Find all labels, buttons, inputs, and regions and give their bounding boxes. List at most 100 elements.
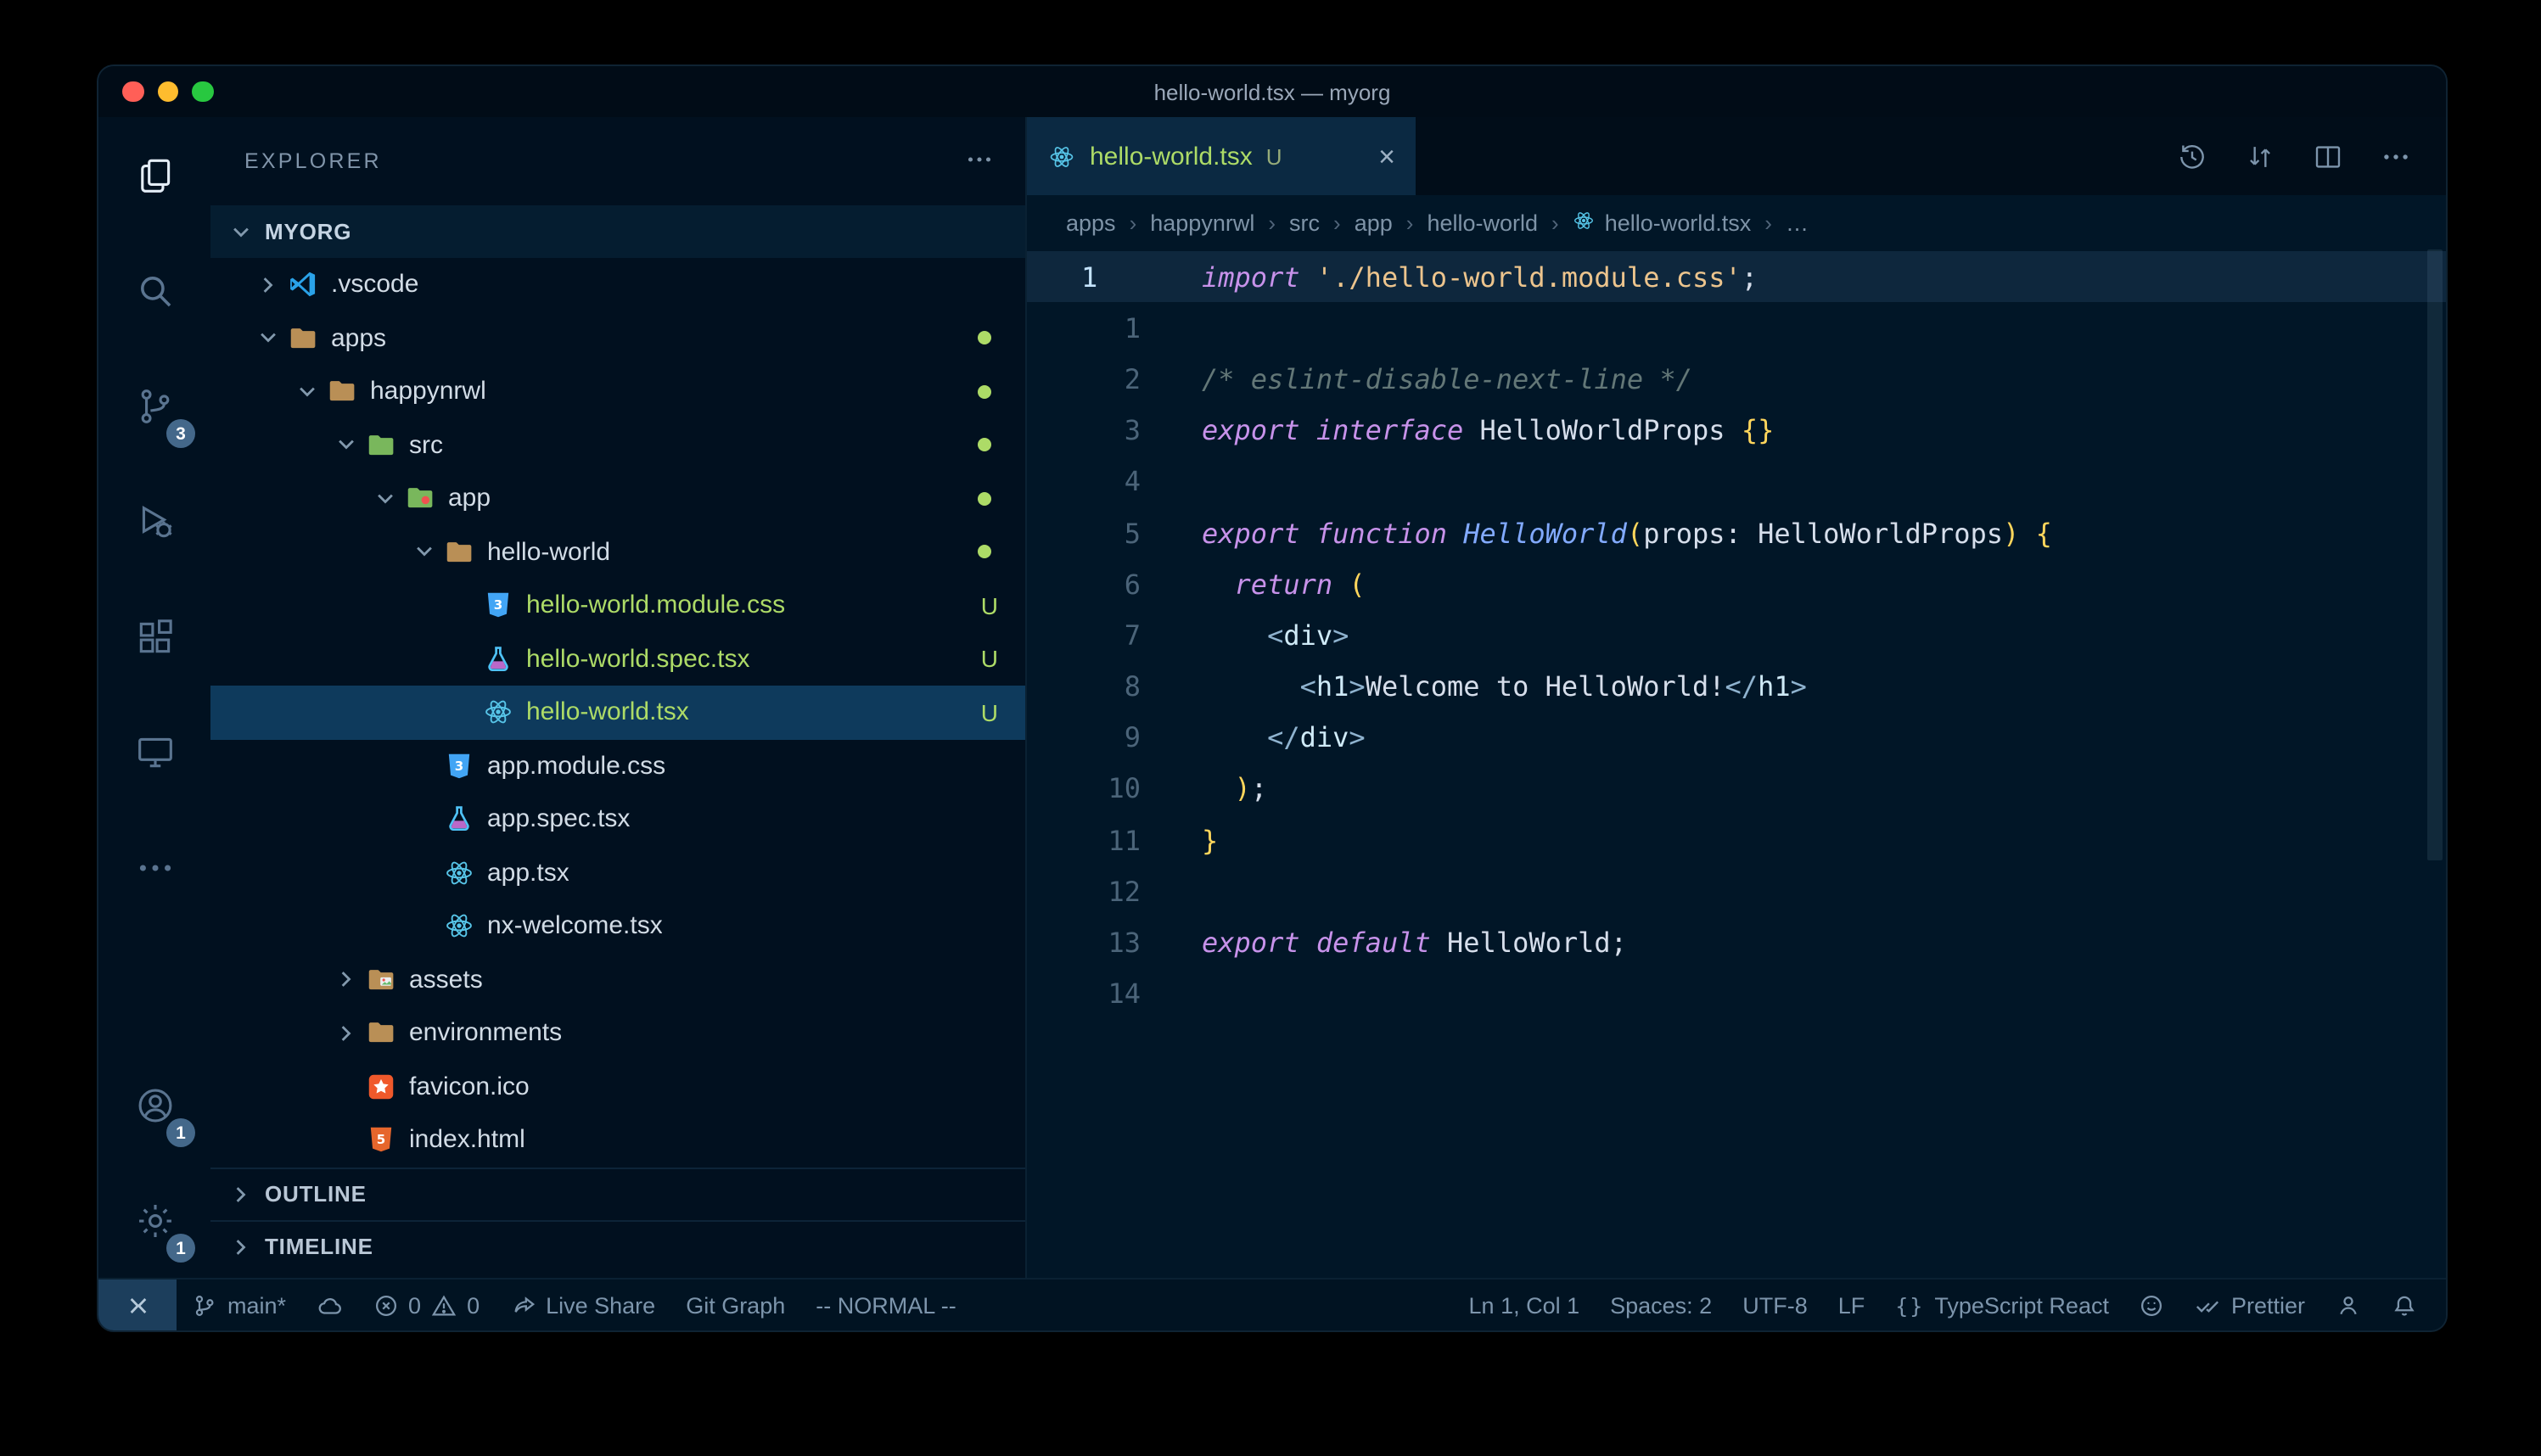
split-editor-icon[interactable] [2312, 140, 2344, 172]
open-timeline-icon[interactable] [2176, 140, 2208, 172]
status-text: TypeScript React [1934, 1292, 2109, 1318]
timeline-section-header[interactable]: TIMELINE [210, 1219, 1025, 1272]
tree-item-assets[interactable]: assets [210, 953, 1025, 1006]
breadcrumb-separator: › [1268, 210, 1276, 235]
tree-item-app.module.css[interactable]: 3app.module.css [210, 739, 1025, 792]
git-untracked-badge: U [981, 646, 998, 673]
status-cursor-position[interactable]: Ln 1, Col 1 [1454, 1280, 1596, 1330]
status-encoding[interactable]: UTF-8 [1727, 1280, 1823, 1330]
status-feedback-smiley[interactable] [2124, 1280, 2180, 1330]
status-git-graph[interactable]: Git Graph [670, 1280, 800, 1330]
sidebar-title: EXPLORER [244, 149, 382, 173]
code-line[interactable]: 11} [1027, 815, 2446, 865]
tree-item-nx-welcome.tsx[interactable]: nx-welcome.tsx [210, 899, 1025, 953]
status-sync[interactable] [301, 1280, 357, 1330]
status-eol[interactable]: LF [1823, 1280, 1881, 1330]
tree-item-.vscode[interactable]: .vscode [210, 258, 1025, 311]
code-editor[interactable]: 1import './hello-world.module.css'; 1 2/* … [1027, 249, 2446, 1278]
status-live-share-contact[interactable] [2320, 1280, 2376, 1330]
code-line[interactable]: 10 ); [1027, 764, 2446, 815]
code-line[interactable]: 7 <div> [1027, 610, 2446, 661]
activity-item-settings[interactable]: 1 [98, 1162, 210, 1278]
code-line[interactable]: 13export default HelloWorld; [1027, 917, 2446, 968]
tree-item-environments[interactable]: environments [210, 1006, 1025, 1060]
breadcrumb-item-happynrwl[interactable]: happynrwl [1150, 210, 1254, 235]
open-changes-icon[interactable] [2244, 140, 2276, 172]
code-line[interactable]: 4 [1027, 456, 2446, 507]
status-git-branch[interactable]: main* [177, 1280, 301, 1330]
outline-section-header[interactable]: OUTLINE [210, 1167, 1025, 1219]
tab-git-status-badge: U [1266, 143, 1282, 169]
status-vim-mode[interactable]: -- NORMAL -- [800, 1280, 972, 1330]
tree-item-hello-world.module.css[interactable]: 3hello-world.module.cssU [210, 579, 1025, 632]
code-line[interactable]: 8 <h1>Welcome to HelloWorld!</h1> [1027, 661, 2446, 712]
breadcrumb-item-hello-world.tsx[interactable]: hello-world.tsx [1573, 208, 1752, 237]
status-prettier[interactable]: Prettier [2180, 1280, 2320, 1330]
workspace-section-header[interactable]: MYORG [210, 205, 1025, 258]
activity-item-explorer[interactable] [98, 117, 210, 232]
editor-scrollbar[interactable] [2427, 249, 2443, 860]
zoom-window-button[interactable] [192, 81, 213, 103]
desktop: hello-world.tsx — myorg 3 11 EXPLORER MY… [0, 0, 2541, 1456]
code-line[interactable]: 1import './hello-world.module.css'; [1027, 251, 2446, 302]
chevron-spacer [450, 699, 477, 726]
more-actions-icon[interactable] [2380, 140, 2412, 172]
activity-item-accounts[interactable]: 1 [98, 1047, 210, 1162]
activity-item-extensions[interactable] [98, 579, 210, 694]
tree-item-index.html[interactable]: 5index.html [210, 1113, 1025, 1167]
close-window-button[interactable] [122, 81, 143, 103]
code-line[interactable]: 12 [1027, 866, 2446, 917]
code-line[interactable]: 3export interface HelloWorldProps {} [1027, 405, 2446, 456]
activity-item-search[interactable] [98, 232, 210, 348]
react-icon [1573, 208, 1596, 237]
code-text: export function HelloWorld(props: HelloW… [1141, 517, 2052, 549]
breadcrumb-item-app[interactable]: app [1355, 210, 1393, 235]
activity-item-source-control[interactable]: 3 [98, 348, 210, 463]
explorer-more-actions-icon[interactable] [964, 143, 995, 179]
chevron-down-icon [411, 539, 438, 566]
breadcrumb-item-apps[interactable]: apps [1066, 210, 1116, 235]
chevron-right-icon [255, 272, 282, 299]
code-line[interactable]: 14 [1027, 968, 2446, 1019]
tree-item-happynrwl[interactable]: happynrwl [210, 365, 1025, 418]
status-language-mode[interactable]: {}TypeScript React [1880, 1280, 2124, 1330]
tree-item-apps[interactable]: apps [210, 311, 1025, 365]
run-and-debug-icon [133, 500, 176, 542]
tree-item-hello-world.tsx[interactable]: hello-world.tsxU [210, 686, 1025, 739]
tree-item-hello-world[interactable]: hello-world [210, 525, 1025, 579]
close-tab-icon[interactable]: × [1378, 142, 1395, 171]
tab-hello-world-tsx[interactable]: hello-world.tsx U × [1027, 117, 1416, 195]
code-line[interactable]: 2/* eslint-disable-next-line */ [1027, 354, 2446, 405]
tree-item-app.tsx[interactable]: app.tsx [210, 846, 1025, 899]
status-indentation[interactable]: Spaces: 2 [1595, 1280, 1727, 1330]
breadcrumb-item-hello-world[interactable]: hello-world [1427, 210, 1538, 235]
status-notifications[interactable] [2376, 1280, 2432, 1330]
tree-item-app.spec.tsx[interactable]: app.spec.tsx [210, 792, 1025, 846]
breadcrumb-item-…[interactable]: … [1786, 210, 1809, 235]
workspace-name: MYORG [265, 219, 351, 244]
code-line[interactable]: 9 </div> [1027, 712, 2446, 763]
tree-item-favicon.ico[interactable]: favicon.ico [210, 1060, 1025, 1113]
code-line[interactable]: 6 return ( [1027, 558, 2446, 609]
svg-text:5: 5 [376, 1132, 384, 1147]
activity-item-run-and-debug[interactable] [98, 463, 210, 579]
tree-item-hello-world.spec.tsx[interactable]: hello-world.spec.tsxU [210, 632, 1025, 686]
breadcrumb-item-src[interactable]: src [1289, 210, 1320, 235]
tree-item-src[interactable]: src [210, 418, 1025, 472]
check-double-icon [2196, 1292, 2221, 1318]
favicon-icon [363, 1070, 397, 1104]
line-number: 1 [1061, 312, 1141, 344]
status-remote-indicator[interactable] [98, 1280, 177, 1330]
status-live-share[interactable]: Live Share [495, 1280, 670, 1330]
tab-bar: hello-world.tsx U × [1027, 117, 2446, 195]
chevron-spacer [411, 806, 438, 833]
activity-item-remote-explorer[interactable] [98, 694, 210, 809]
minimize-window-button[interactable] [157, 81, 178, 103]
folder-tan-icon [363, 1016, 397, 1050]
code-line[interactable]: 1 [1027, 302, 2446, 353]
title-bar[interactable]: hello-world.tsx — myorg [98, 66, 2446, 117]
activity-item-additional-views[interactable] [98, 809, 210, 925]
tree-item-app[interactable]: app [210, 472, 1025, 525]
code-line[interactable]: 5export function HelloWorld(props: Hello… [1027, 507, 2446, 558]
status-problems[interactable]: 00 [357, 1280, 495, 1330]
